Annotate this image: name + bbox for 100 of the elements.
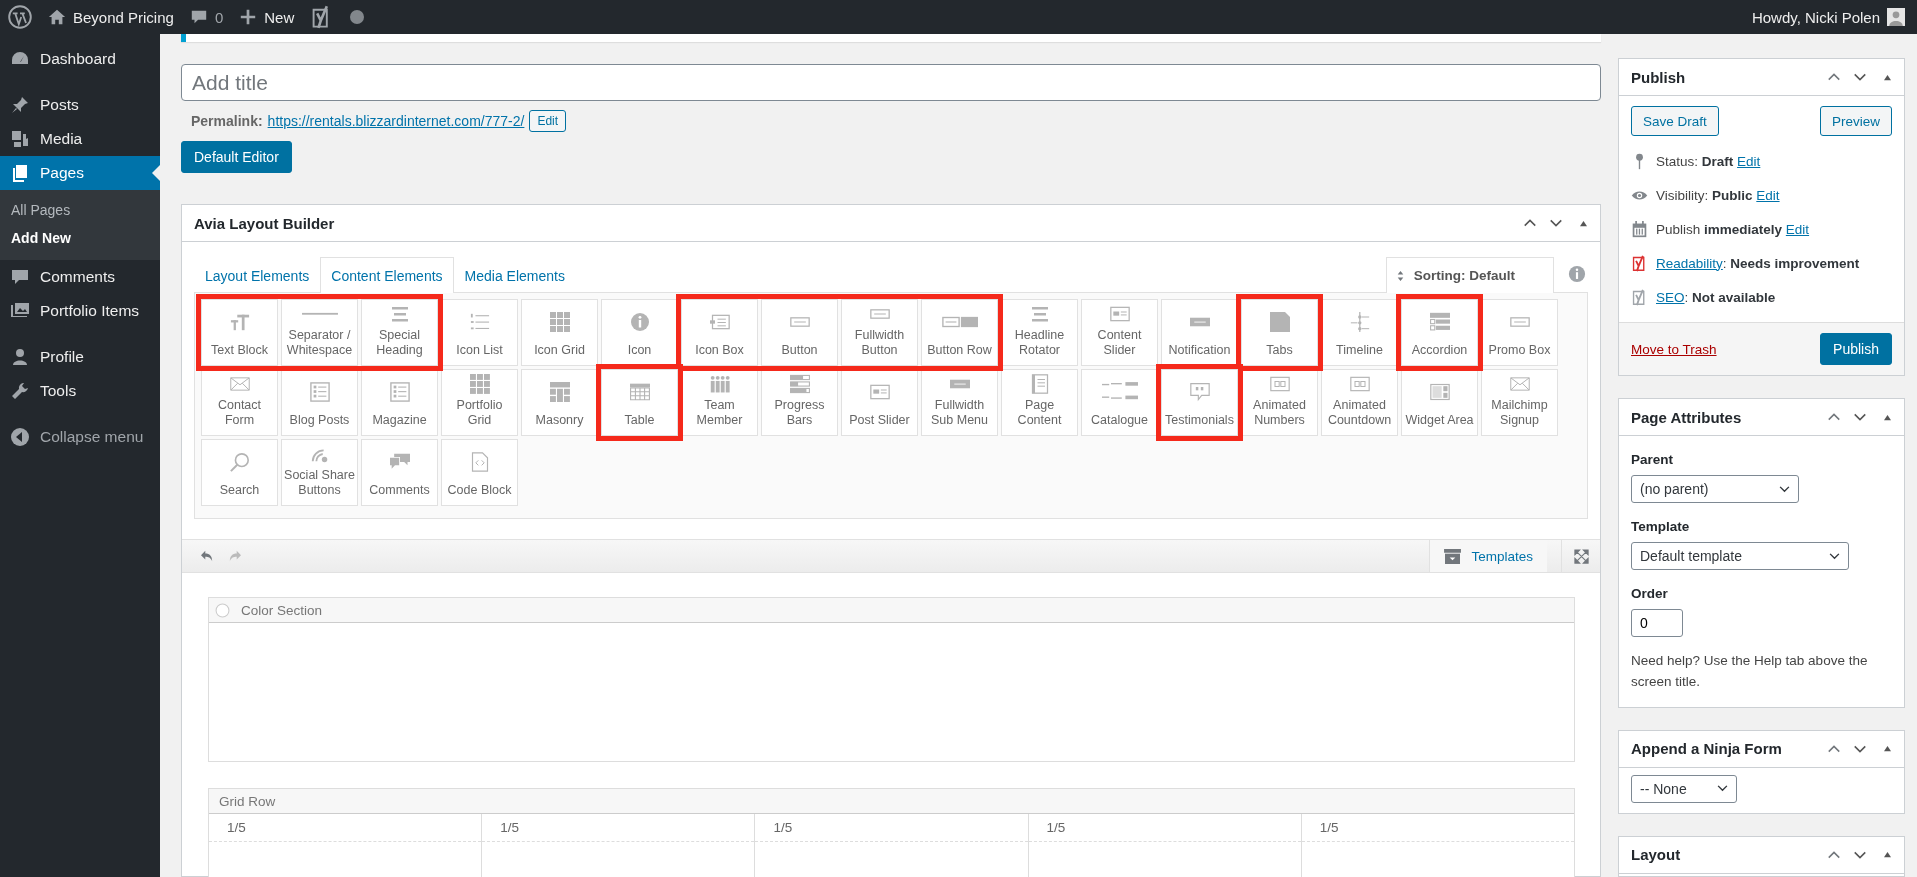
element-button[interactable]: Page Content [1001,369,1078,436]
element-button[interactable]: Tabs [1241,299,1318,366]
chevron-up-icon[interactable] [1523,218,1537,228]
triangle-up-icon[interactable] [1579,219,1588,227]
chevron-up-icon[interactable] [1827,743,1841,754]
element-button[interactable]: Table [601,369,678,436]
triangle-up-icon[interactable] [1883,851,1892,859]
element-button[interactable]: Separator / Whitespace [281,299,358,366]
preview-button[interactable]: Preview [1820,106,1892,136]
element-button[interactable]: Testimonials [1161,369,1238,436]
chevron-up-icon[interactable] [1827,412,1841,422]
triangle-up-icon[interactable] [1883,745,1892,753]
menu-item[interactable]: Dashboard [0,42,160,76]
element-button[interactable]: Button Row [921,299,998,366]
element-button[interactable]: Icon Box [681,299,758,366]
help-text: Need help? Use the Help tab above the screen title. [1631,652,1869,691]
sorting-dropdown[interactable]: Sorting: Default [1385,257,1554,293]
menu-item[interactable]: Tools [0,374,160,408]
element-button[interactable]: Social Share Buttons [281,439,358,506]
tab[interactable]: Media Elements [453,257,576,293]
order-field[interactable]: 0 [1631,609,1683,637]
account-link[interactable]: Howdy, Nicki Polen [1751,8,1905,26]
element-button[interactable]: Content Slider [1081,299,1158,366]
link[interactable]: Readability [1656,255,1723,271]
element-button[interactable]: Portfolio Grid [441,369,518,436]
publish-button[interactable]: Publish [1820,333,1892,365]
comments-link[interactable]: 0 [189,8,224,26]
link[interactable]: Edit [1737,153,1761,169]
element-button[interactable]: Post Slider [841,369,918,436]
collapse-menu-button[interactable]: Collapse menu [0,420,160,454]
list-icon [469,311,490,332]
element-button[interactable]: Animated Countdown [1321,369,1398,436]
link[interactable]: Edit [1756,187,1780,203]
element-button[interactable]: Team Member [681,369,758,436]
element-button[interactable]: Special Heading [361,299,438,366]
link[interactable]: SEO [1656,289,1685,305]
element-button[interactable]: Fullwidth Sub Menu [921,369,998,436]
menu-item[interactable]: Portfolio Items [0,294,160,328]
submenu-item[interactable]: Add New [0,224,160,252]
element-button[interactable]: Masonry [521,369,598,436]
chevron-down-icon[interactable] [1549,218,1563,228]
menu-item[interactable]: Comments [0,260,160,294]
link[interactable]: Edit [1785,221,1810,237]
dropdown[interactable]: Default template [1631,542,1849,570]
dropdown[interactable]: (no parent) [1631,475,1799,503]
undo-icon[interactable] [200,550,214,562]
element-button[interactable]: Headline Rotator [1001,299,1078,366]
element-button[interactable]: Mailchimp Signup [1481,369,1558,436]
chevron-down-icon[interactable] [1853,849,1867,860]
new-link[interactable]: New [239,8,295,26]
element-button[interactable]: Icon [601,299,678,366]
menu-item[interactable]: Pages [0,156,160,190]
element-button[interactable]: Text Block [201,299,278,366]
permalink-link[interactable]: https://rentals.blizzardinternet.com/777-2/ [267,113,525,129]
menu-item[interactable]: Profile [0,340,160,374]
field-label: Parent [1631,452,1674,467]
menu-item[interactable]: Media [0,122,160,156]
submenu-item[interactable]: All Pages [0,196,160,224]
menu-item[interactable]: Posts [0,88,160,122]
element-button[interactable]: Comments [361,439,438,506]
chevron-down-icon[interactable] [1853,743,1867,754]
templates-button[interactable]: Templates [1429,540,1547,572]
element-button[interactable]: Widget Area [1401,369,1478,436]
element-button[interactable]: Magazine [361,369,438,436]
element-button[interactable]: Promo Box [1481,299,1558,366]
element-button[interactable]: Button [761,299,838,366]
save-draft-button[interactable]: Save Draft [1631,106,1719,136]
element-button[interactable]: Icon List [441,299,518,366]
chevron-up-icon[interactable] [1827,72,1841,82]
grid-icon [549,311,570,332]
element-button[interactable]: Blog Posts [281,369,358,436]
chevron-up-icon[interactable] [1827,849,1841,860]
site-name-link[interactable]: Beyond Pricing [48,8,174,26]
element-button[interactable]: Icon Grid [521,299,598,366]
element-button[interactable]: Search [201,439,278,506]
tab[interactable]: Layout Elements [194,257,321,293]
edit-button[interactable]: Edit [529,110,567,132]
triangle-up-icon[interactable] [1883,413,1892,421]
element-button[interactable]: Timeline [1321,299,1398,366]
info-icon [629,311,650,332]
tab[interactable]: Content Elements [320,257,454,293]
triangle-up-icon[interactable] [1883,73,1892,81]
status-text: SEO: Not available [1656,289,1776,305]
element-button[interactable]: Accordion [1401,299,1478,366]
default-editor-button[interactable]: Default Editor [181,141,292,173]
chevron-down-icon[interactable] [1853,72,1867,82]
element-button[interactable]: Code Block [441,439,518,506]
document-icon [309,381,330,402]
element-button[interactable]: Progress Bars [761,369,838,436]
element-button[interactable]: Contact Form [201,369,278,436]
element-button[interactable]: Animated Numbers [1241,369,1318,436]
element-button[interactable]: Notification [1161,299,1238,366]
element-button[interactable]: Fullwidth Button [841,299,918,366]
chevron-down-icon[interactable] [1853,412,1867,422]
title-field[interactable]: Add title [181,64,1601,101]
wordpress-logo-icon[interactable] [8,5,32,29]
element-button[interactable]: Catalogue [1081,369,1158,436]
status-text: Readability: Needs improvement [1656,255,1860,271]
dropdown[interactable]: -- None [1631,774,1737,803]
move-to-trash-link[interactable]: Move to Trash [1631,341,1717,357]
